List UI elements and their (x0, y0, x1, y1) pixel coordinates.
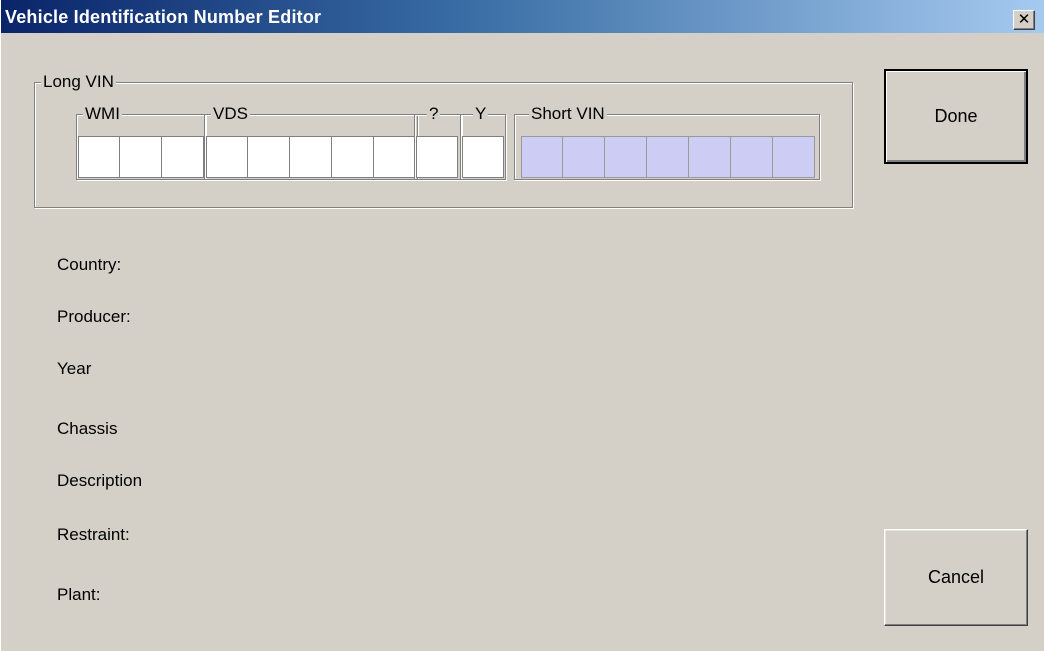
year-label: Year (57, 359, 92, 378)
vin-char-input[interactable] (120, 136, 162, 178)
vin-char-input[interactable] (416, 136, 458, 178)
cancel-button[interactable]: Cancel (884, 529, 1028, 626)
vin-char-input[interactable] (290, 136, 332, 178)
vin-char-input[interactable] (332, 136, 374, 178)
vin-char-input[interactable] (162, 136, 204, 178)
short-vin-char-input[interactable] (563, 136, 605, 178)
chassis-label: Chassis (57, 419, 118, 438)
vin-char-input[interactable] (248, 136, 290, 178)
short-vin-label: Short VIN (529, 104, 607, 124)
long-vin-label: Long VIN (41, 72, 116, 92)
check-digit-group: ? (414, 104, 462, 180)
window-title: Vehicle Identification Number Editor (5, 7, 322, 27)
title-bar[interactable]: Vehicle Identification Number Editor ✕ (1, 0, 1044, 33)
short-vin-char-input[interactable] (605, 136, 647, 178)
vin-char-input[interactable] (206, 136, 248, 178)
wmi-group: WMI (76, 104, 206, 180)
check-digit-label: ? (427, 104, 441, 124)
short-vin-char-input[interactable] (689, 136, 731, 178)
vds-label: VDS (211, 104, 250, 124)
plant-label: Plant: (57, 585, 101, 604)
country-label: Country: (57, 255, 122, 274)
vin-char-input[interactable] (78, 136, 120, 178)
close-icon: ✕ (1017, 10, 1031, 28)
done-button[interactable]: Done (884, 69, 1028, 164)
cancel-button-label: Cancel (927, 567, 985, 587)
short-vin-char-input[interactable] (731, 136, 773, 178)
short-vin-char-input[interactable] (647, 136, 689, 178)
done-button-label: Done (934, 106, 978, 126)
vin-char-input[interactable] (374, 136, 416, 178)
year-code-label: Y (473, 104, 489, 124)
wmi-label: WMI (83, 104, 122, 124)
producer-label: Producer: (57, 307, 131, 326)
restraint-label: Restraint: (57, 525, 130, 544)
vds-group: VDS (204, 104, 418, 180)
short-vin-char-input[interactable] (773, 136, 815, 178)
close-button[interactable]: ✕ (1013, 10, 1035, 30)
short-vin-group: Short VIN (514, 104, 820, 180)
vin-char-input[interactable] (462, 136, 504, 178)
vin-editor-dialog: Vehicle Identification Number Editor ✕ L… (0, 0, 1044, 651)
short-vin-char-input[interactable] (521, 136, 563, 178)
description-label: Description (57, 471, 143, 490)
year-code-group: Y (460, 104, 506, 180)
